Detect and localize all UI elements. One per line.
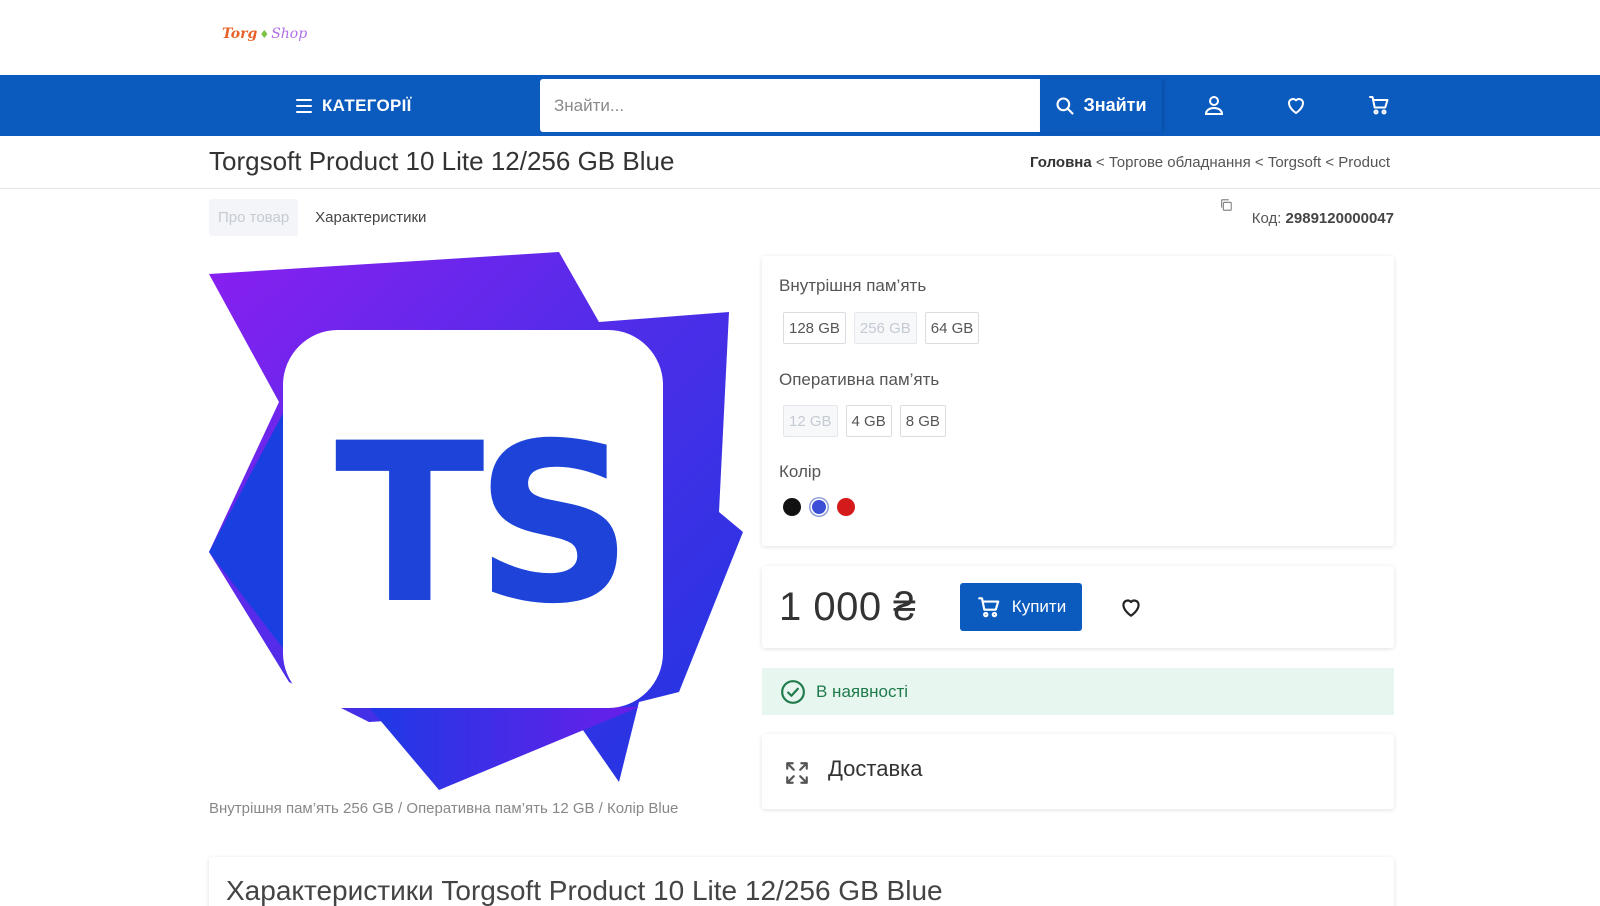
storage-option-selected[interactable]: 256 GB bbox=[853, 312, 917, 344]
color-swatch-blue[interactable] bbox=[812, 500, 826, 514]
price: 1 000 ₴ bbox=[779, 585, 916, 629]
color-label: Колір bbox=[779, 462, 822, 481]
stock-status: В наявності bbox=[762, 668, 1394, 715]
tab-characteristics[interactable]: Характеристики bbox=[315, 209, 426, 226]
copy-icon[interactable] bbox=[1219, 198, 1233, 212]
stock-label: В наявності bbox=[816, 681, 909, 701]
ram-label: Оперативна пам’ять bbox=[779, 370, 940, 389]
breadcrumb-item[interactable]: Torgsoft bbox=[1268, 154, 1321, 171]
code-value: 2989120000047 bbox=[1285, 210, 1394, 227]
breadcrumb-item[interactable]: Product bbox=[1338, 154, 1390, 171]
search-button[interactable]: Знайти bbox=[1040, 79, 1162, 132]
specs-title: Характеристики Torgsoft Product 10 Lite … bbox=[226, 875, 943, 906]
categories-button[interactable]: КАТЕГОРІЇ bbox=[296, 93, 412, 119]
search-input[interactable] bbox=[540, 79, 1040, 132]
tab-about[interactable]: Про товар bbox=[209, 199, 299, 236]
ram-options: 12 GB 4 GB 8 GB bbox=[783, 405, 946, 437]
breadcrumb-separator: < bbox=[1091, 154, 1109, 171]
search-button-label: Знайти bbox=[1083, 95, 1147, 115]
code-label: Код: bbox=[1251, 210, 1282, 227]
color-swatch-red[interactable] bbox=[837, 498, 855, 516]
storage-option[interactable]: 128 GB bbox=[783, 312, 846, 344]
ram-option-selected[interactable]: 12 GB bbox=[783, 405, 838, 437]
user-icon[interactable] bbox=[1202, 93, 1226, 117]
logo-text-torg: Torg bbox=[222, 26, 258, 42]
product-tabs: Про товар Характеристики bbox=[209, 199, 426, 236]
color-swatches bbox=[783, 498, 855, 516]
search-icon bbox=[1056, 96, 1074, 115]
page-title: Torgsoft Product 10 Lite 12/256 GB Blue bbox=[209, 146, 675, 176]
buy-button[interactable]: Купити bbox=[960, 583, 1082, 631]
site-logo[interactable]: Torg ♦ Shop bbox=[222, 26, 307, 42]
title-bar: Torgsoft Product 10 Lite 12/256 GB Blue … bbox=[0, 136, 1600, 189]
breadcrumb-separator: < bbox=[1250, 154, 1268, 171]
breadcrumb-home[interactable]: Головна bbox=[1030, 154, 1092, 171]
check-circle-icon bbox=[781, 679, 805, 704]
top-bar: Torg ♦ Shop bbox=[0, 0, 1600, 75]
image-logo-text: TS bbox=[335, 396, 624, 652]
wishlist-heart-icon[interactable] bbox=[1117, 594, 1145, 620]
delivery-label: Доставка bbox=[828, 756, 923, 781]
expand-icon bbox=[786, 762, 808, 784]
storage-label: Внутрішня пам’ять bbox=[779, 276, 927, 295]
buy-button-label: Купити bbox=[1011, 597, 1067, 616]
categories-label: КАТЕГОРІЇ bbox=[322, 96, 412, 115]
main-nav: КАТЕГОРІЇ Знайти bbox=[0, 75, 1600, 136]
options-card: Внутрішня пам’ять 128 GB 256 GB 64 GB Оп… bbox=[762, 256, 1394, 546]
heart-icon[interactable] bbox=[1284, 93, 1308, 117]
variant-caption: Внутрішня пам’ять 256 GB / Оперативна па… bbox=[209, 800, 679, 817]
ram-option[interactable]: 4 GB bbox=[845, 405, 892, 437]
cart-icon bbox=[977, 597, 1000, 618]
specs-section: Характеристики Torgsoft Product 10 Lite … bbox=[209, 857, 1394, 906]
delivery-card[interactable]: Доставка bbox=[762, 734, 1394, 809]
product-code: Код: 2989120000047 bbox=[1252, 210, 1394, 227]
ram-option[interactable]: 8 GB bbox=[899, 405, 946, 437]
breadcrumb-item[interactable]: Торгове обладнання bbox=[1109, 154, 1251, 171]
color-swatch-black[interactable] bbox=[783, 498, 801, 516]
breadcrumb-separator: < bbox=[1321, 154, 1339, 171]
storage-options: 128 GB 256 GB 64 GB bbox=[783, 312, 980, 344]
logo-text-shop: Shop bbox=[271, 26, 308, 42]
logo-diamond-icon: ♦ bbox=[259, 28, 270, 41]
storage-option[interactable]: 64 GB bbox=[924, 312, 980, 344]
cart-icon[interactable] bbox=[1367, 93, 1391, 117]
breadcrumb: Головна < Торгове обладнання < Torgsoft … bbox=[1030, 154, 1390, 171]
buy-card: 1 000 ₴ Купити bbox=[762, 566, 1394, 648]
menu-icon bbox=[296, 99, 312, 113]
product-image[interactable]: TS bbox=[209, 252, 743, 790]
